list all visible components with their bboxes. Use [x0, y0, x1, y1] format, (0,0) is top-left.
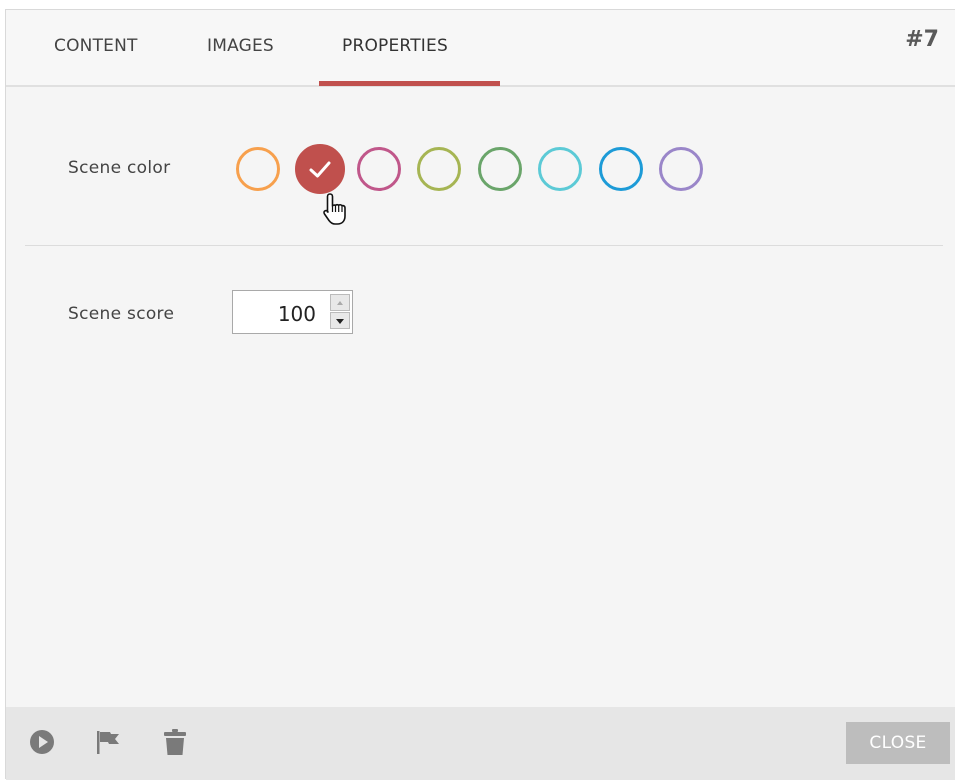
footer-toolbar: CLOSE: [6, 707, 955, 780]
color-swatch-2[interactable]: [295, 144, 345, 194]
hand-cursor-icon: [321, 192, 351, 232]
color-swatch-8[interactable]: [659, 147, 703, 191]
play-icon[interactable]: [28, 728, 56, 760]
spin-down-button[interactable]: [330, 312, 350, 329]
scene-score-stepper[interactable]: 100: [232, 290, 353, 334]
scene-id: #7: [905, 27, 939, 52]
tab-content[interactable]: CONTENT: [54, 36, 138, 56]
scene-color-label: Scene color: [68, 158, 171, 178]
flag-icon[interactable]: [94, 728, 122, 760]
active-tab-indicator: [319, 81, 500, 86]
checkmark-icon: [309, 161, 331, 178]
tab-bar: CONTENT IMAGES PROPERTIES #7: [6, 10, 955, 87]
color-swatch-1[interactable]: [236, 147, 280, 191]
tab-properties[interactable]: PROPERTIES: [342, 36, 448, 56]
scene-score-label: Scene score: [68, 304, 175, 324]
color-swatch-7[interactable]: [599, 147, 643, 191]
color-swatch-3[interactable]: [357, 147, 401, 191]
section-divider: [25, 245, 943, 246]
trash-icon[interactable]: [163, 728, 187, 760]
scene-properties-panel: CONTENT IMAGES PROPERTIES #7 Scene color…: [5, 9, 955, 780]
color-swatch-4[interactable]: [417, 147, 461, 191]
spin-up-button[interactable]: [330, 294, 350, 311]
close-button[interactable]: CLOSE: [846, 722, 950, 764]
color-swatch-5[interactable]: [478, 147, 522, 191]
scene-score-value[interactable]: 100: [278, 302, 316, 326]
tab-images[interactable]: IMAGES: [207, 36, 274, 56]
color-swatch-6[interactable]: [538, 147, 582, 191]
